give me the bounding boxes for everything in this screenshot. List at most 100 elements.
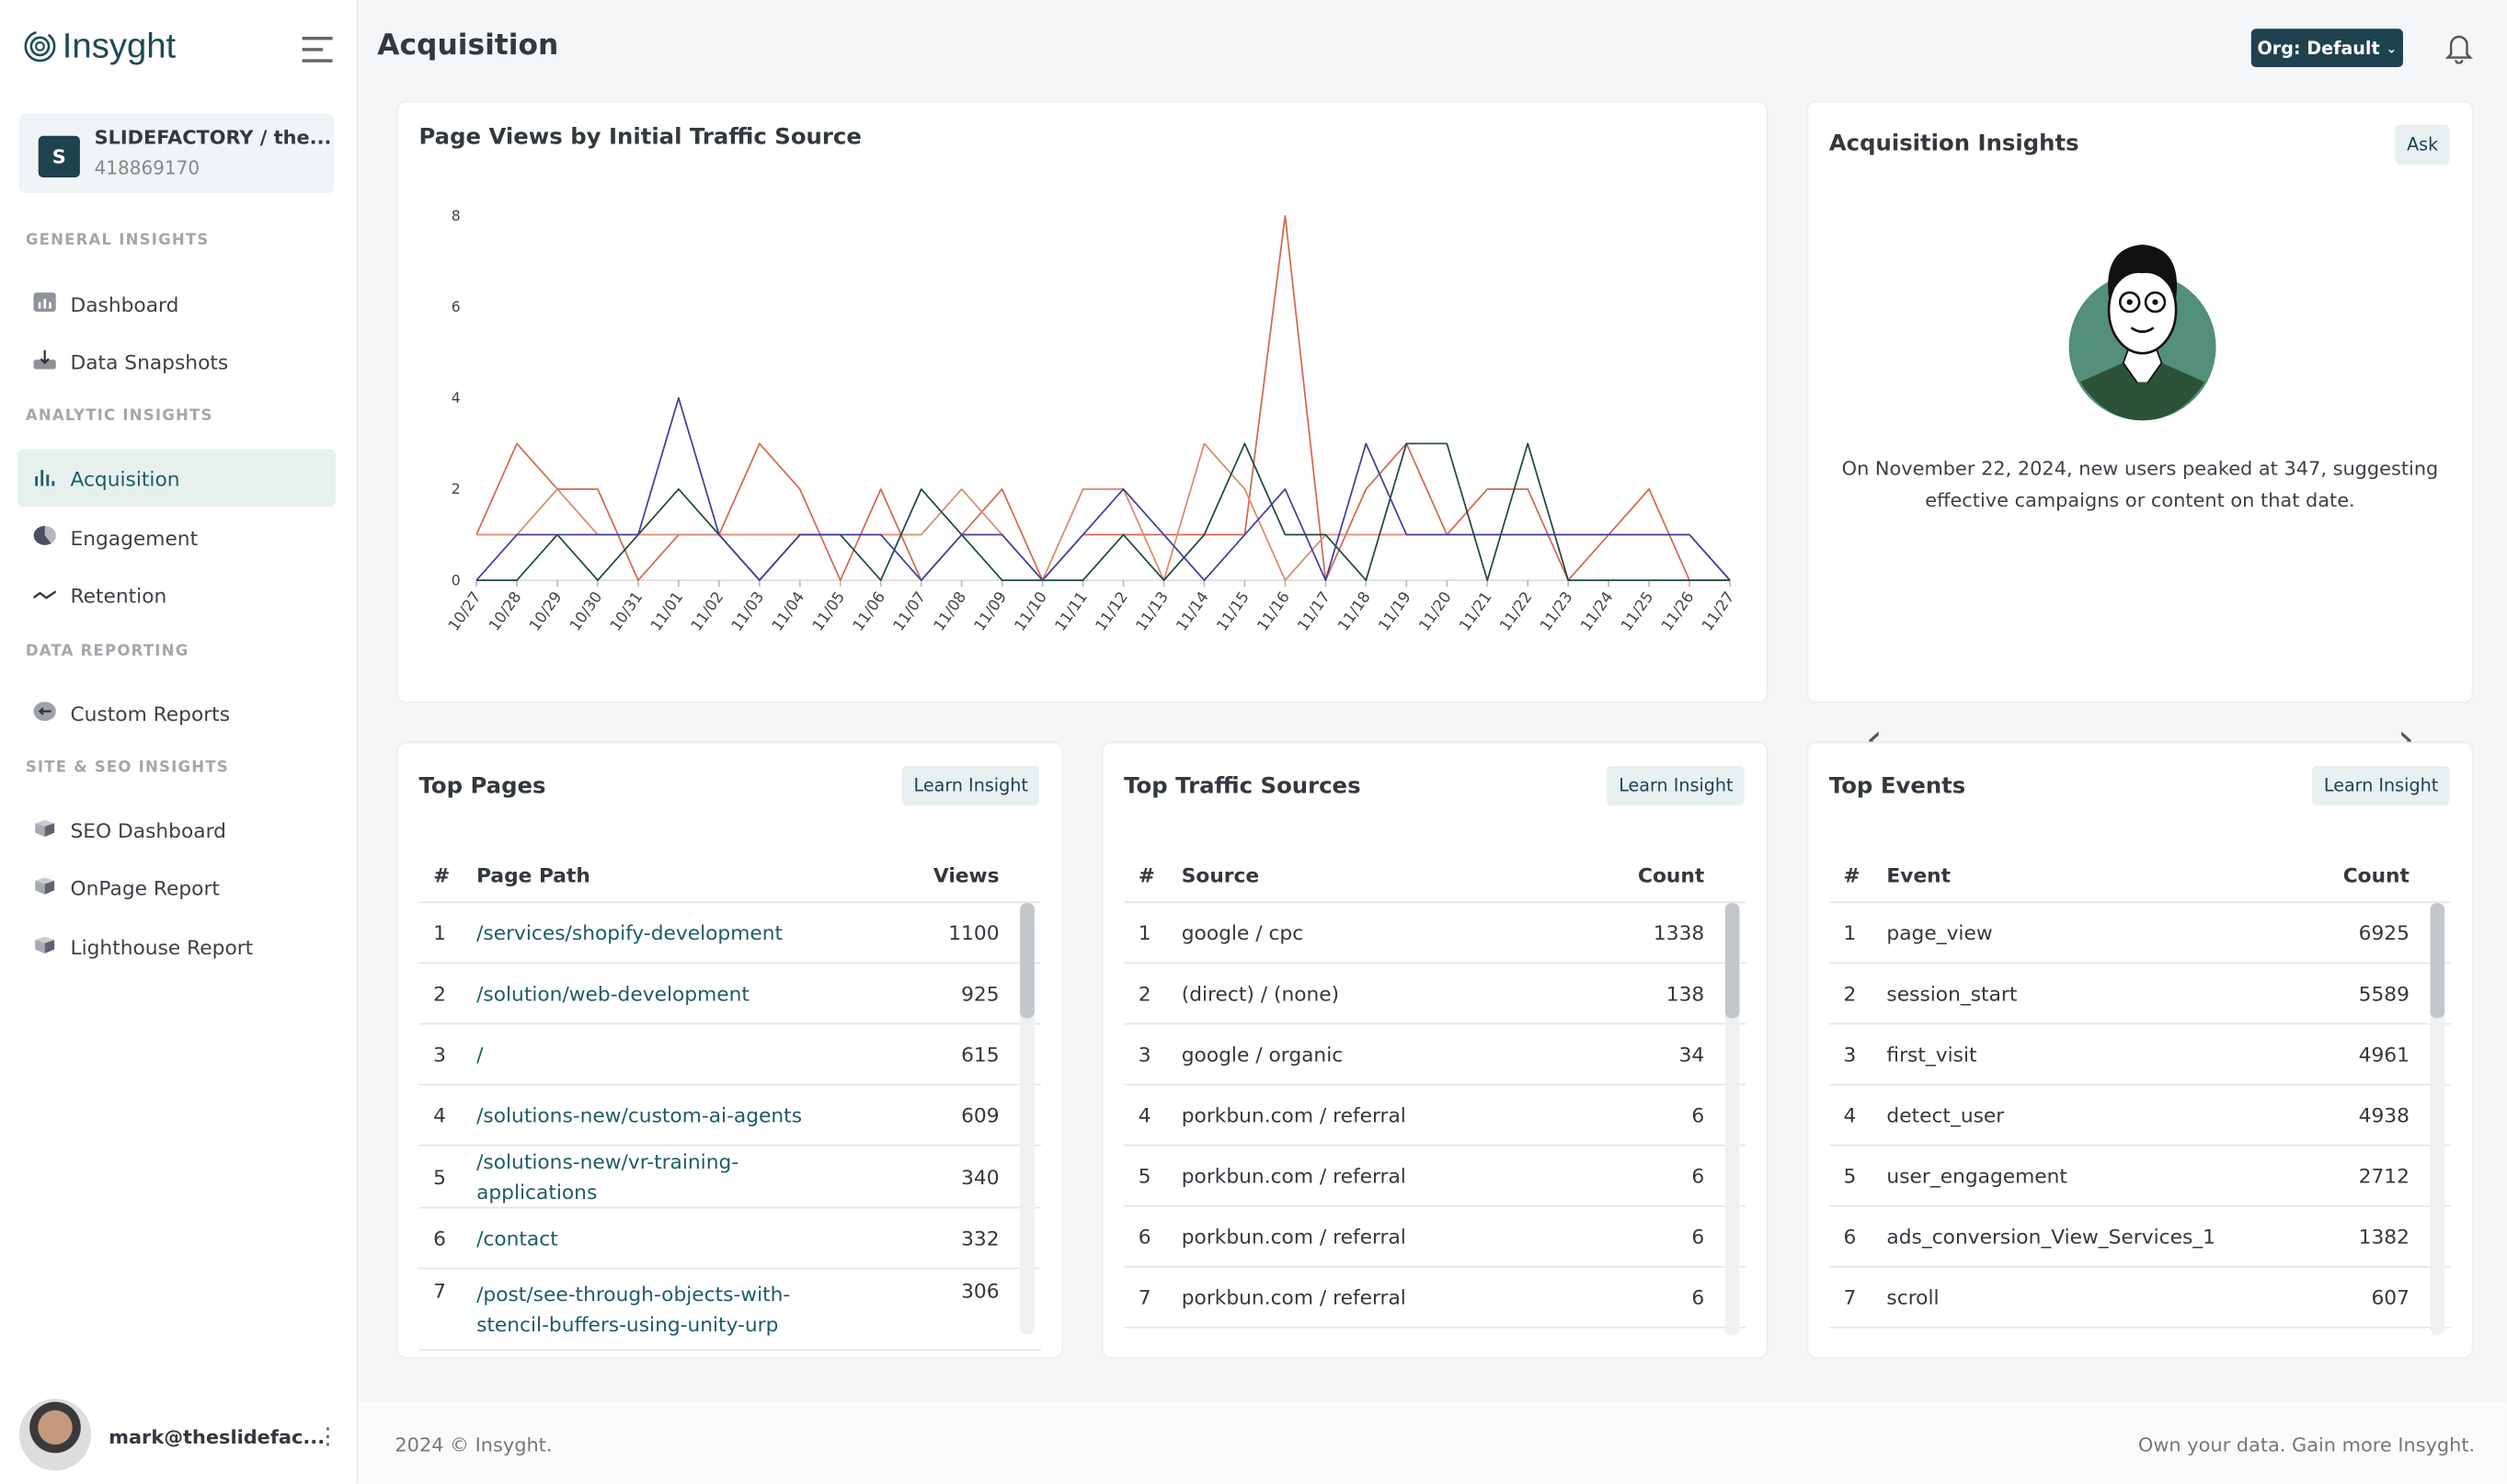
row-rank: 6 [433, 1226, 446, 1250]
row-rank: 2 [433, 981, 446, 1006]
learn-insight-button[interactable]: Learn Insight [1608, 765, 1745, 806]
x-tick-label: 11/08 [930, 588, 969, 634]
table-row[interactable]: 1 /services/shopify-development 1100 [418, 903, 1041, 965]
row-rank: 3 [1138, 1042, 1151, 1067]
row-rank: 2 [1843, 981, 1857, 1006]
event: ads_conversion_View_Services_1 [1886, 1224, 2215, 1249]
sidebar-item-seo-dashboard[interactable]: SEO Dashboard [17, 801, 336, 859]
table-row[interactable]: 7 /post/see-through-objects-with-stencil… [418, 1269, 1041, 1352]
x-tick-label: 11/16 [1254, 588, 1293, 634]
table-scrollbar[interactable] [2430, 903, 2445, 1335]
table-row[interactable]: 2 /solution/web-development 925 [418, 964, 1041, 1025]
table-row[interactable]: 4 porkbun.com / referral 6 [1124, 1085, 1746, 1147]
table-row[interactable]: 4 /solutions-new/custom-ai-agents 609 [418, 1085, 1041, 1147]
event: user_engagement [1886, 1163, 2067, 1188]
col-name: Page Path [476, 862, 590, 887]
table-row[interactable]: 6 /contact 332 [418, 1208, 1041, 1270]
logo[interactable]: Insyght [22, 26, 176, 67]
sidebar-item-label: Lighthouse Report [70, 934, 254, 959]
page-path-link[interactable]: / [467, 1039, 913, 1069]
cube-icon [34, 875, 71, 899]
page-path-link[interactable]: /solution/web-development [467, 978, 913, 1009]
table-row[interactable]: 4 detect_user 4938 [1828, 1085, 2452, 1147]
row-rank: 5 [1843, 1163, 1857, 1188]
source: porkbun.com / referral [1181, 1163, 1406, 1188]
sidebar-item-lighthouse-report[interactable]: Lighthouse Report [17, 918, 336, 976]
card-title: Top Traffic Sources [1124, 773, 1361, 800]
insight-avatar-illustration [2068, 244, 2216, 421]
x-tick-label: 11/01 [647, 588, 687, 634]
row-rank: 5 [1138, 1163, 1151, 1188]
row-rank: 6 [1843, 1224, 1857, 1249]
x-tick-label: 11/17 [1294, 588, 1334, 634]
table-row[interactable]: 5 /solutions-new/vr-training-application… [418, 1147, 1041, 1209]
x-tick-label: 11/18 [1334, 588, 1374, 634]
table-row[interactable]: 6 ads_conversion_View_Services_1 1382 [1828, 1207, 2452, 1268]
ask-button[interactable]: Ask [2395, 124, 2450, 166]
sidebar-item-label: Acquisition [70, 465, 180, 490]
table-row[interactable]: 1 google / cpc 1338 [1124, 903, 1746, 965]
source: porkbun.com / referral [1181, 1284, 1406, 1309]
event: detect_user [1886, 1102, 2005, 1127]
table-row[interactable]: 5 porkbun.com / referral 6 [1124, 1147, 1746, 1207]
org-id: 418869170 [94, 156, 200, 179]
org-selector[interactable]: S SLIDEFACTORY / the... 418869170 [18, 113, 335, 194]
table-row[interactable]: 5 user_engagement 2712 [1828, 1147, 2452, 1207]
row-rank: 1 [433, 920, 446, 945]
source: porkbun.com / referral [1181, 1224, 1406, 1249]
sidebar-item-retention[interactable]: Retention [17, 565, 336, 623]
sidebar-item-dashboard[interactable]: Dashboard [17, 275, 336, 333]
org-avatar: S [38, 135, 80, 177]
sidebar: Insyght S SLIDEFACTORY / the... 41886917… [0, 0, 359, 1484]
page-path-link[interactable]: /solutions-new/custom-ai-agents [467, 1100, 913, 1130]
bell-icon[interactable] [2444, 32, 2473, 64]
learn-insight-button[interactable]: Learn Insight [902, 765, 1040, 806]
row-rank: 2 [1138, 981, 1151, 1006]
table-row[interactable]: 3 first_visit 4961 [1828, 1024, 2452, 1086]
row-rank: 4 [1138, 1102, 1151, 1127]
table-row[interactable]: 7 porkbun.com / referral 6 [1124, 1268, 1746, 1329]
row-rank: 5 [433, 1164, 446, 1189]
page-path-link[interactable]: /contact [467, 1223, 913, 1253]
sidebar-item-custom-reports[interactable]: Custom Reports [17, 684, 336, 742]
table-row[interactable]: 2 (direct) / (none) 138 [1124, 964, 1746, 1025]
table-header: # Event Count [1828, 849, 2452, 904]
sidebar-item-onpage-report[interactable]: OnPage Report [17, 859, 336, 917]
col-value: Count [1638, 862, 1705, 887]
table-row[interactable]: 7 scroll 607 [1828, 1268, 2452, 1329]
org-dropdown-button[interactable]: Org: Default ⌄ [2250, 29, 2403, 68]
y-tick-label: 4 [452, 389, 461, 406]
sidebar-item-label: Engagement [70, 525, 199, 550]
sidebar-item-engagement[interactable]: Engagement [17, 508, 336, 566]
menu-toggle-icon[interactable] [302, 36, 333, 63]
table-scrollbar[interactable] [1020, 903, 1035, 1335]
sidebar-item-data-snapshots[interactable]: Data Snapshots [17, 333, 336, 391]
sidebar-item-label: Dashboard [70, 291, 179, 316]
x-tick-label: 11/21 [1456, 588, 1495, 634]
table-scrollbar[interactable] [1724, 903, 1740, 1335]
table-row[interactable]: 6 porkbun.com / referral 6 [1124, 1207, 1746, 1268]
more-options-icon[interactable]: ⋮ [316, 1424, 338, 1450]
x-tick-label: 11/14 [1173, 588, 1212, 634]
page-path-link[interactable]: /post/see-through-objects-with-stencil-b… [467, 1279, 913, 1340]
source: porkbun.com / referral [1181, 1102, 1406, 1127]
col-rank: # [1843, 862, 1860, 887]
learn-insight-button[interactable]: Learn Insight [2312, 765, 2450, 806]
x-tick-label: 11/11 [1051, 588, 1091, 634]
table-row[interactable]: 3 google / organic 34 [1124, 1024, 1746, 1086]
bars-icon [34, 466, 71, 490]
bar-chart-icon [33, 291, 71, 315]
page-path-link[interactable]: /services/shopify-development [467, 918, 913, 948]
user-avatar[interactable] [18, 1398, 92, 1471]
table-row[interactable]: 3 / 615 [418, 1024, 1041, 1086]
page-path-link[interactable]: /solutions-new/vr-training-applications [467, 1147, 913, 1207]
table-header: # Page Path Views [418, 849, 1041, 904]
row-rank: 1 [1138, 920, 1151, 945]
logo-icon [24, 30, 56, 63]
sidebar-item-acquisition[interactable]: Acquisition [17, 449, 337, 508]
section-label: DATA REPORTING [25, 642, 189, 661]
table-row[interactable]: 2 session_start 5589 [1828, 964, 2452, 1025]
table-row[interactable]: 1 page_view 6925 [1828, 903, 2452, 965]
x-tick-label: 11/13 [1132, 588, 1172, 634]
y-tick-label: 6 [452, 298, 461, 315]
